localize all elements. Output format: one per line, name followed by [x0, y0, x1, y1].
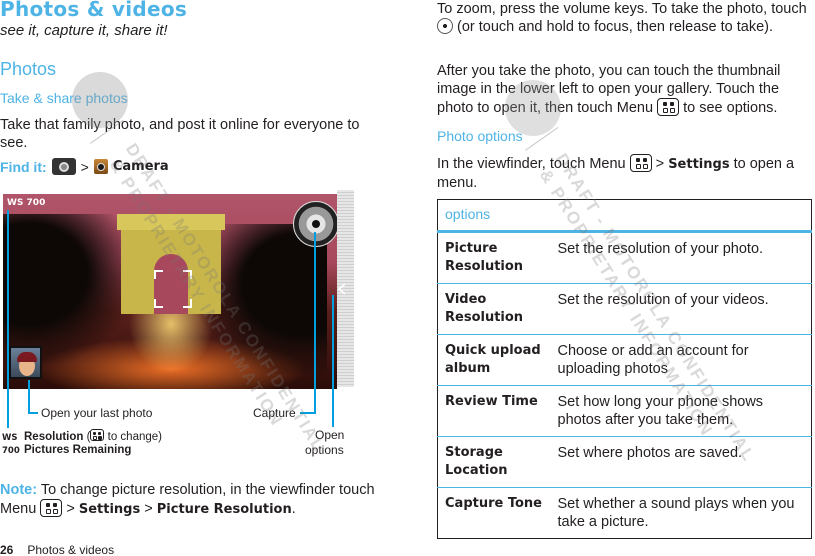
option-description: Set whether a sound plays when you take …: [557, 496, 795, 530]
table-row: Picture Resolution Set the resolution of …: [437, 231, 812, 284]
callout-open-last-photo: Open your last photo: [41, 406, 153, 420]
note-sep: >: [62, 501, 79, 517]
callout-open-options-1: Open: [315, 428, 345, 442]
callout-capture: Capture: [253, 406, 296, 420]
option-name: Quick upload album: [437, 334, 551, 386]
path-separator: >: [80, 158, 89, 175]
callout-line-capture-h: [300, 412, 316, 414]
chevron-left-icon[interactable]: [337, 283, 346, 295]
note-sep2: >: [140, 501, 157, 517]
find-it-label: Find it:: [0, 158, 47, 175]
options-table: options Picture Resolution Set the resolu…: [437, 199, 812, 539]
legend-detail-suffix: to change): [104, 431, 162, 443]
callout-line-ws700: [7, 210, 9, 428]
callout-line-capture: [314, 232, 316, 414]
table-row: Storage Location Set where photos are sav…: [437, 436, 812, 488]
zoom-paragraph: To zoom, press the volume keys. To take …: [437, 0, 815, 36]
table-row: Review Time Set how long your phone shows…: [437, 385, 812, 437]
page-footer: 26 Photos & videos: [0, 543, 114, 556]
resolution-remaining-indicator: WS 700: [7, 198, 46, 208]
menu-key-icon: [657, 98, 680, 116]
section-heading-photos: Photos: [0, 59, 57, 79]
options-table-header: options: [437, 199, 812, 233]
shutter-icon: [437, 18, 453, 34]
menu-key-icon: [629, 154, 652, 172]
page-subtitle: see it, capture it, share it!: [0, 22, 168, 39]
option-description: Set where photos are saved.: [550, 436, 812, 488]
option-name: Video Resolution: [437, 283, 551, 335]
callout-line-last-photo: [28, 380, 30, 414]
last-photo-thumbnail[interactable]: [9, 346, 42, 379]
intro-paragraph: Take that family photo, and post it onli…: [0, 117, 360, 151]
callout-open-options-2: options: [305, 443, 344, 457]
option-name: Capture Tone: [445, 496, 542, 511]
option-name: Picture Resolution: [437, 231, 551, 284]
callout-line-options: [332, 295, 334, 427]
menu-key-icon: [90, 429, 105, 441]
trees-left: [3, 214, 133, 364]
note-settings: Settings: [78, 502, 141, 517]
legend-detail-prefix: (: [83, 431, 91, 443]
viewfinder-settings: Settings: [668, 157, 730, 172]
table-row: Video Resolution Set the resolution of yo…: [437, 283, 812, 335]
find-it-path: Find it: > Camera: [0, 158, 169, 175]
legend-code-700: 700: [2, 446, 20, 456]
page-number: 26: [0, 543, 14, 556]
footer-section: Photos & videos: [27, 543, 115, 556]
table-row: Capture Tone Set whether a sound plays wh…: [438, 488, 812, 539]
apps-launcher-icon: [51, 158, 76, 175]
viewfinder-sep: >: [651, 156, 669, 172]
note-paragraph: Note: To change picture resolution, in t…: [0, 481, 400, 519]
camera-app-name: Camera: [112, 159, 169, 174]
menu-key-icon: [40, 499, 63, 517]
option-description: Set the resolution of your photo.: [550, 231, 812, 284]
focus-brackets-icon: [154, 270, 192, 308]
note-label: Note:: [0, 482, 38, 498]
viewfinder-text-1: In the viewfinder, touch Menu: [437, 156, 630, 172]
option-description: Choose or add an account for uploading p…: [550, 334, 812, 386]
watermark-rule: [525, 127, 559, 151]
legend-resolution: WS Resolution ( to change): [2, 429, 162, 443]
table-row: Quick upload album Choose or add an accou…: [437, 334, 812, 386]
page-title: Photos & videos: [0, 0, 188, 21]
legend-label-remaining: Pictures Remaining: [24, 444, 132, 456]
zoom-text-2: (or touch and hold to focus, then releas…: [453, 19, 773, 35]
callout-line-last-photo-h: [28, 412, 38, 414]
camera-viewfinder-image: WS 700: [3, 194, 337, 389]
option-name: Review Time: [437, 385, 551, 437]
note-picture-resolution: Picture Resolution: [156, 502, 292, 517]
zoom-text-1: To zoom, press the volume keys. To take …: [437, 1, 807, 17]
after-text-2: to see options.: [679, 100, 778, 116]
note-end: .: [291, 501, 296, 517]
option-description: Set the resolution of your videos.: [550, 283, 812, 335]
option-description: Set how long your phone shows photos aft…: [550, 385, 812, 437]
legend-code-ws: WS: [2, 433, 18, 443]
legend-label-resolution: Resolution: [24, 431, 84, 443]
camera-app-icon: [93, 159, 108, 174]
subsection-heading-take-share: Take & share photos: [0, 90, 128, 106]
legend-pictures-remaining: 700 Pictures Remaining: [2, 444, 131, 456]
option-name: Storage Location: [437, 436, 551, 488]
viewfinder-paragraph: In the viewfinder, touch Menu > Settings…: [437, 154, 815, 192]
photo-options-heading: Photo options: [437, 128, 523, 144]
after-paragraph: After you take the photo, you can touch …: [437, 62, 815, 117]
